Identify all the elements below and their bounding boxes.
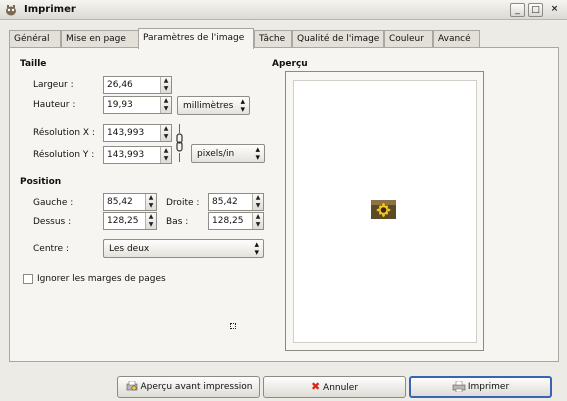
minimize-button[interactable]: _: [510, 3, 525, 17]
gauche-label: Gauche :: [33, 198, 74, 208]
up-arrow-icon[interactable]: ▲: [146, 213, 156, 221]
down-arrow-icon[interactable]: ▼: [146, 202, 156, 210]
tab-tache[interactable]: Tâche: [254, 30, 292, 48]
centre-value: Les deux: [109, 244, 150, 254]
gimp-app-icon: [6, 5, 16, 16]
focus-indicator: [230, 323, 236, 329]
centre-label: Centre :: [33, 244, 69, 254]
bas-stepper[interactable]: ▲ ▼: [252, 213, 263, 229]
resolution-x-label: Résolution X :: [33, 128, 95, 138]
dessus-spinbox[interactable]: 128,25 ▲ ▼: [103, 212, 157, 230]
resolution-unit-combo[interactable]: pixels/in ▴ ▾: [191, 144, 265, 163]
ignore-margins-label[interactable]: Ignorer les marges de pages: [37, 274, 166, 284]
down-arrow-icon[interactable]: ▼: [146, 221, 156, 229]
centre-combo[interactable]: Les deux ▴ ▾: [103, 239, 264, 258]
print-preview-label: Aperçu avant impression: [140, 382, 253, 392]
ignore-margins-checkbox[interactable]: [23, 274, 33, 284]
tab-general[interactable]: Général: [9, 30, 61, 48]
dessus-label: Dessus :: [33, 217, 72, 227]
maximize-button[interactable]: □: [528, 3, 543, 17]
droite-value: 85,42: [212, 197, 238, 207]
down-arrow-icon[interactable]: ▼: [161, 85, 171, 93]
resolution-x-stepper[interactable]: ▲ ▼: [160, 125, 171, 141]
taille-heading: Taille: [20, 59, 47, 69]
resolution-unit-value: pixels/in: [197, 149, 235, 159]
down-arrow-icon[interactable]: ▼: [253, 202, 263, 210]
gauche-stepper[interactable]: ▲ ▼: [145, 194, 156, 210]
up-arrow-icon[interactable]: ▲: [161, 147, 171, 155]
print-label: Imprimer: [467, 382, 510, 392]
droite-spinbox[interactable]: 85,42 ▲ ▼: [208, 193, 264, 211]
position-heading: Position: [20, 177, 62, 187]
dessus-value: 128,25: [107, 216, 139, 226]
largeur-spinbox[interactable]: 26,46 ▲ ▼: [103, 76, 172, 94]
up-arrow-icon[interactable]: ▲: [161, 77, 171, 85]
largeur-stepper[interactable]: ▲ ▼: [160, 77, 171, 93]
tab-parametres-image[interactable]: Paramètres de l'image: [138, 28, 254, 49]
hauteur-spinbox[interactable]: 19,93 ▲ ▼: [103, 96, 172, 114]
bas-value: 128,25: [212, 216, 244, 226]
hauteur-stepper[interactable]: ▲ ▼: [160, 97, 171, 113]
chain-link-icon[interactable]: [176, 124, 183, 162]
droite-label: Droite :: [166, 198, 200, 208]
combo-arrows-icon: ▴ ▾: [254, 240, 259, 258]
tab-couleur[interactable]: Couleur: [384, 30, 433, 48]
cancel-button[interactable]: ✖ Annuler: [263, 376, 406, 398]
bas-label: Bas :: [166, 217, 189, 227]
resolution-y-label: Résolution Y :: [33, 150, 95, 160]
resolution-y-stepper[interactable]: ▲ ▼: [160, 147, 171, 163]
down-arrow-icon[interactable]: ▼: [161, 133, 171, 141]
gauche-spinbox[interactable]: 85,42 ▲ ▼: [103, 193, 157, 211]
cancel-icon: ✖: [310, 380, 321, 393]
dessus-stepper[interactable]: ▲ ▼: [145, 213, 156, 229]
print-preview-icon: [126, 381, 137, 391]
close-button[interactable]: ×: [547, 3, 562, 17]
tab-qualite-image[interactable]: Qualité de l'image: [292, 30, 384, 48]
printer-icon: [452, 381, 466, 392]
up-arrow-icon[interactable]: ▲: [161, 125, 171, 133]
bas-spinbox[interactable]: 128,25 ▲ ▼: [208, 212, 264, 230]
gauche-value: 85,42: [107, 197, 133, 207]
print-button[interactable]: Imprimer: [409, 376, 552, 398]
resolution-y-value: 143,993: [107, 150, 145, 160]
down-arrow-icon[interactable]: ▼: [161, 105, 171, 113]
combo-arrows-icon: ▴ ▾: [240, 97, 245, 115]
hauteur-value: 19,93: [107, 100, 133, 110]
droite-stepper[interactable]: ▲ ▼: [252, 194, 263, 210]
combo-arrows-icon: ▴ ▾: [255, 145, 260, 163]
up-arrow-icon[interactable]: ▲: [253, 194, 263, 202]
tab-mise-en-page[interactable]: Mise en page: [61, 30, 139, 48]
tab-avance[interactable]: Avancé: [433, 30, 480, 48]
largeur-label: Largeur :: [33, 80, 74, 90]
up-arrow-icon[interactable]: ▲: [161, 97, 171, 105]
image-thumbnail: [371, 200, 396, 219]
apercu-heading: Aperçu: [272, 59, 308, 69]
print-preview-button[interactable]: Aperçu avant impression: [117, 376, 260, 398]
down-arrow-icon[interactable]: ▼: [253, 221, 263, 229]
size-unit-combo[interactable]: millimètres ▴ ▾: [177, 96, 250, 115]
largeur-value: 26,46: [107, 80, 133, 90]
resolution-y-spinbox[interactable]: 143,993 ▲ ▼: [103, 146, 172, 164]
hauteur-label: Hauteur :: [33, 100, 76, 110]
up-arrow-icon[interactable]: ▲: [146, 194, 156, 202]
up-arrow-icon[interactable]: ▲: [253, 213, 263, 221]
size-unit-value: millimètres: [183, 101, 234, 111]
resolution-x-value: 143,993: [107, 128, 145, 138]
resolution-x-spinbox[interactable]: 143,993 ▲ ▼: [103, 124, 172, 142]
title-bar: Imprimer _ □ ×: [0, 0, 567, 20]
cancel-label: Annuler: [323, 383, 359, 393]
down-arrow-icon[interactable]: ▼: [161, 155, 171, 163]
window-title: Imprimer: [24, 4, 76, 15]
